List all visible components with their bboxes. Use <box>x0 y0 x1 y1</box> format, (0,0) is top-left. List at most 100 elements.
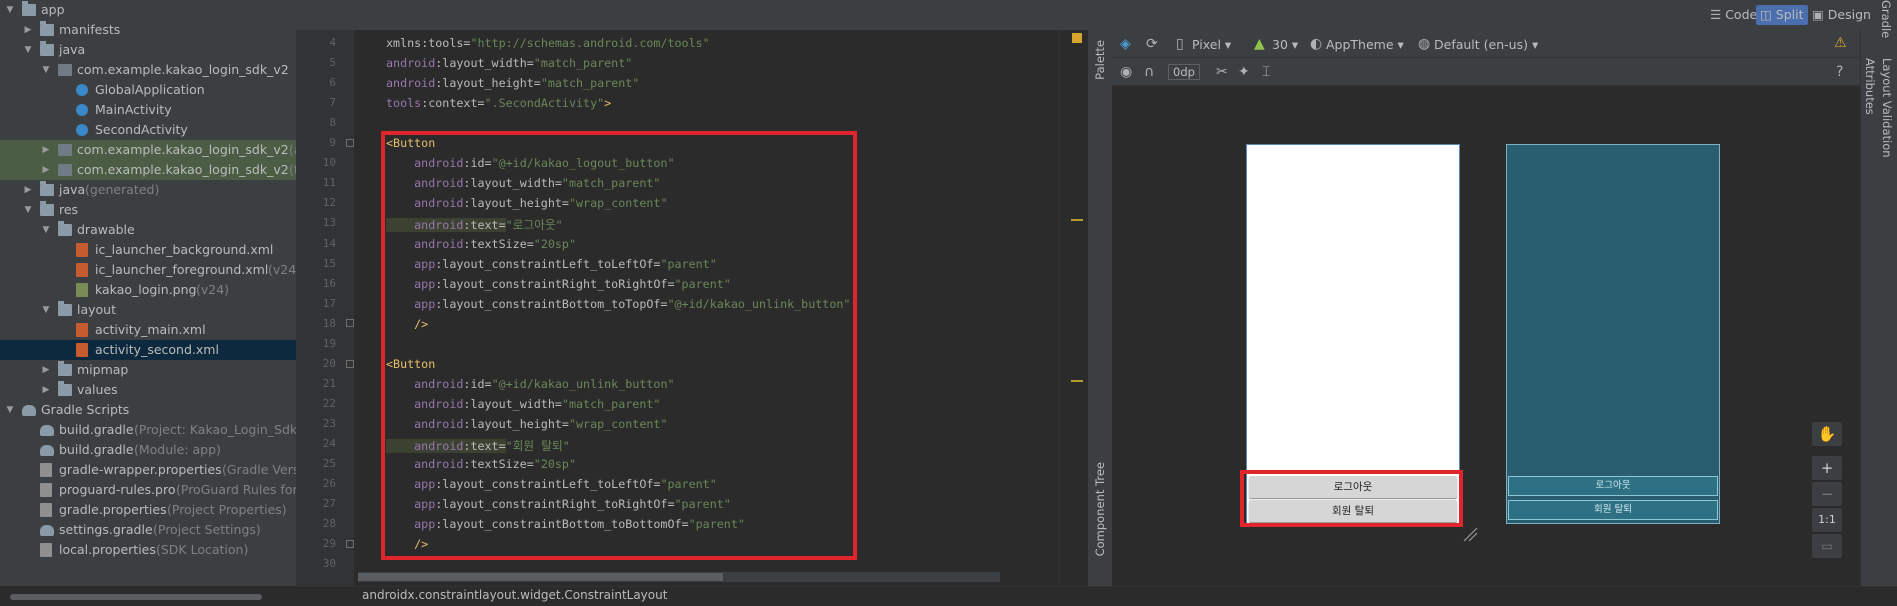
fold-marker[interactable] <box>346 319 354 327</box>
blueprint-unlink-button[interactable]: 회원 탈퇴 <box>1508 500 1718 520</box>
tree-item[interactable]: SecondActivity <box>0 120 296 140</box>
palette-tab-label: Palette <box>1093 40 1107 80</box>
globe-icon: ◍ <box>1418 36 1431 52</box>
expand-arrow-icon[interactable]: ▼ <box>40 300 52 320</box>
gradle-tab[interactable]: Gradle <box>1879 0 1893 38</box>
expand-arrow-icon[interactable]: ▼ <box>22 200 34 220</box>
tree-item[interactable]: build.gradle (Module: app) <box>0 440 296 460</box>
tree-item[interactable]: build.gradle (Project: Kakao_Login_Sdk_V… <box>0 420 296 440</box>
code-view-button[interactable]: ☰ Code <box>1710 6 1757 24</box>
pan-hand-icon[interactable]: ✋ <box>1812 422 1842 446</box>
tree-item[interactable]: ▼ Gradle Scripts <box>0 400 296 420</box>
collapse-arrow-icon[interactable]: ▶ <box>22 180 34 200</box>
editor-scroll-thumb[interactable] <box>358 573 723 581</box>
resize-handle-icon[interactable] <box>1462 526 1478 542</box>
zoom-actual-button[interactable]: 1:1 <box>1812 508 1842 532</box>
default-margin-label: 0dp <box>1173 65 1195 79</box>
help-icon[interactable]: ? <box>1836 65 1843 79</box>
locale-dropdown[interactable]: Default (en-us) ▾ <box>1434 37 1538 52</box>
tree-item-label: com.example.kakao_login_sdk_v2 <box>77 142 289 157</box>
tree-item[interactable]: ▶ manifests <box>0 20 296 40</box>
clear-constraints-icon[interactable]: ✂ <box>1216 65 1228 79</box>
expand-arrow-icon[interactable]: ▼ <box>4 0 16 20</box>
orientation-icon[interactable]: ⟳ <box>1146 37 1158 51</box>
layout-validation-tab[interactable]: Layout Validation <box>1880 58 1894 158</box>
code-line[interactable]: xmlns:tools="http://schemas.android.com/… <box>386 36 710 50</box>
tree-item[interactable]: local.properties (SDK Location) <box>0 540 296 560</box>
magnet-icon[interactable]: ∩ <box>1144 65 1154 79</box>
tree-item[interactable]: ▶ com.example.kakao_login_sdk_v2 (test) <box>0 160 296 180</box>
infer-constraints-icon[interactable]: ✦ <box>1238 65 1250 79</box>
tree-item[interactable]: ic_launcher_foreground.xml (v24) <box>0 260 296 280</box>
layers-icon[interactable]: ◈ <box>1120 37 1131 51</box>
collapse-arrow-icon[interactable]: ▶ <box>40 140 52 160</box>
expand-arrow-icon[interactable]: ▼ <box>22 40 34 60</box>
palette-tab[interactable]: Palette <box>1093 40 1107 80</box>
folder-icon <box>40 21 54 36</box>
collapse-arrow-icon[interactable]: ▶ <box>22 20 34 40</box>
line-number: 19 <box>322 336 336 350</box>
design-preview[interactable] <box>1246 144 1460 524</box>
guidelines-icon[interactable]: ⌶ <box>1262 65 1270 79</box>
collapse-arrow-icon[interactable]: ▶ <box>40 160 52 180</box>
tree-item[interactable]: ▶ java (generated) <box>0 180 296 200</box>
tree-item[interactable]: ▼ com.example.kakao_login_sdk_v2 <box>0 60 296 80</box>
zoom-out-button[interactable]: − <box>1812 482 1842 506</box>
split-view-button[interactable]: ◫ Split <box>1756 5 1808 25</box>
fold-marker[interactable] <box>346 360 354 368</box>
preview-canvas[interactable] <box>1112 86 1860 586</box>
tree-item-label: ic_launcher_foreground.xml <box>95 262 269 277</box>
tree-item[interactable]: proguard-rules.pro (ProGuard Rules for a… <box>0 480 296 500</box>
code-highlight-box <box>381 131 857 560</box>
expand-arrow-icon[interactable]: ▼ <box>40 220 52 240</box>
tree-item[interactable]: ▶ com.example.kakao_login_sdk_v2 (androi <box>0 140 296 160</box>
attributes-tab[interactable]: Attributes <box>1863 58 1877 115</box>
tree-item[interactable]: ▼ drawable <box>0 220 296 240</box>
tree-item-hint: (Project Settings) <box>153 522 261 537</box>
tree-item[interactable]: GlobalApplication <box>0 80 296 100</box>
tree-item[interactable]: activity_main.xml <box>0 320 296 340</box>
stripe-mark[interactable] <box>1071 219 1083 221</box>
theme-dropdown[interactable]: AppTheme ▾ <box>1326 37 1404 52</box>
eye-icon[interactable]: ◉ <box>1120 65 1132 79</box>
tree-item[interactable]: ▼ app <box>0 0 296 20</box>
fold-marker[interactable] <box>346 139 354 147</box>
code-line[interactable]: tools:context=".SecondActivity"> <box>386 96 611 110</box>
code-line[interactable]: android:layout_height="match_parent" <box>386 76 639 90</box>
tree-item[interactable]: ▶ mipmap <box>0 360 296 380</box>
code-line[interactable]: android:layout_width="match_parent" <box>386 56 632 70</box>
device-dropdown[interactable]: Pixel ▾ <box>1192 37 1231 52</box>
tree-item[interactable]: ▼ layout <box>0 300 296 320</box>
default-margin-field[interactable]: 0dp <box>1168 64 1200 80</box>
device-icon[interactable]: ▯ <box>1176 37 1184 51</box>
gradle-icon <box>40 445 54 456</box>
component-tree-tab[interactable]: Component Tree <box>1093 462 1107 556</box>
blueprint-logout-button[interactable]: 로그아웃 <box>1508 476 1718 496</box>
tree-item[interactable]: settings.gradle (Project Settings) <box>0 520 296 540</box>
collapse-arrow-icon[interactable]: ▶ <box>40 380 52 400</box>
tree-item[interactable]: kakao_login.png (v24) <box>0 280 296 300</box>
expand-arrow-icon[interactable]: ▼ <box>4 400 16 420</box>
tree-item[interactable]: ▼ res <box>0 200 296 220</box>
fold-marker[interactable] <box>346 540 354 548</box>
tree-item[interactable]: ic_launcher_background.xml <box>0 240 296 260</box>
collapse-arrow-icon[interactable]: ▶ <box>40 360 52 380</box>
layout-breadcrumb[interactable]: androidx.constraintlayout.widget.Constra… <box>362 588 667 602</box>
api-level-dropdown[interactable]: 30 ▾ <box>1272 37 1298 52</box>
tree-item[interactable]: gradle-wrapper.properties (Gradle Versio… <box>0 460 296 480</box>
stripe-mark[interactable] <box>1071 380 1083 382</box>
zoom-fit-button[interactable]: ▭ <box>1812 534 1842 558</box>
tree-item[interactable]: ▶ values <box>0 380 296 400</box>
warning-icon[interactable]: ⚠ <box>1834 36 1847 50</box>
tree-item[interactable]: MainActivity <box>0 100 296 120</box>
tree-item[interactable]: activity_second.xml <box>0 340 296 360</box>
expand-arrow-icon[interactable]: ▼ <box>40 60 52 80</box>
project-tree-scrollbar[interactable] <box>10 594 262 600</box>
tree-item[interactable]: gradle.properties (Project Properties) <box>0 500 296 520</box>
blueprint-preview[interactable] <box>1506 144 1720 524</box>
zoom-in-button[interactable]: + <box>1812 456 1842 480</box>
project-tree[interactable]: ▼ app ▶ manifests ▼ java ▼ com.example.kakao_lo… <box>0 0 296 586</box>
tree-item[interactable]: ▼ java <box>0 40 296 60</box>
warning-indicator-icon[interactable] <box>1072 33 1082 43</box>
design-view-button[interactable]: ▣ Design <box>1812 6 1871 24</box>
